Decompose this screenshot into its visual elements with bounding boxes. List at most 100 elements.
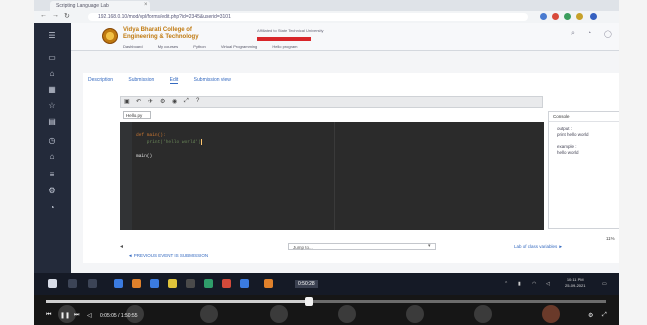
jump-to-select[interactable]: Jump to...	[288, 243, 436, 250]
video-progress-bar[interactable]	[46, 300, 606, 303]
user-icon[interactable]: ◔	[47, 203, 57, 213]
taskbar-app-icon[interactable]	[150, 279, 159, 288]
chevron-down-icon[interactable]: ▾	[428, 243, 431, 249]
grid-icon[interactable]: ▤	[47, 117, 57, 127]
previous-activity-link[interactable]: ◄ PREVIOUS EVENT IS SUBMISSION	[128, 253, 208, 258]
code-line: main()	[136, 153, 202, 160]
search-icon[interactable]: ⌕	[571, 30, 575, 38]
evaluate-icon[interactable]: ◉	[172, 98, 177, 105]
breadcrumb-item[interactable]: Virtual Programming	[221, 44, 257, 49]
header-info: Affiliated to State Technical University	[257, 28, 324, 33]
task-view-icon[interactable]	[88, 279, 97, 288]
notification-center-icon[interactable]: ▭	[602, 281, 607, 287]
taskbar-app-icon[interactable]	[240, 279, 249, 288]
forward-icon[interactable]: →	[52, 12, 59, 19]
extension-icon[interactable]	[552, 13, 559, 20]
next-activity-link[interactable]: Lab of class variables ►	[514, 244, 563, 249]
fullscreen-icon[interactable]: ⤢	[184, 98, 189, 105]
site-header: Vidya Bharati College of Engineering & T…	[71, 23, 619, 51]
tray-chevron-icon[interactable]: ⌃	[504, 281, 508, 287]
video-time: 0:05:05 / 1:50:55	[100, 313, 138, 319]
taskbar-app-icon[interactable]	[222, 279, 231, 288]
editor-toolbar: ▣ ↶ ✈ ⚙ ◉ ⤢ ?	[120, 96, 543, 108]
clock-date: 25-09-2021	[565, 283, 586, 288]
taskbar-app-icon[interactable]	[168, 279, 177, 288]
notification-icon[interactable]: ◔	[587, 30, 591, 37]
taskbar-clock[interactable]: 10:11 PM 25-09-2021	[565, 277, 585, 289]
participant-thumb	[270, 305, 288, 323]
recording-timer[interactable]: 0:50:28	[295, 280, 318, 288]
video-scrubber-handle[interactable]	[305, 297, 314, 306]
breadcrumb-item[interactable]: Dashboard	[123, 44, 143, 49]
volume-icon[interactable]: ◁	[87, 312, 92, 319]
letterbox-right	[619, 0, 647, 325]
tag-icon[interactable]: ⌂	[47, 152, 57, 162]
settings-icon[interactable]: ⚙	[588, 312, 593, 319]
taskbar-app-icon[interactable]	[264, 279, 273, 288]
code-area[interactable]: def main(): print('hello world') main()	[136, 132, 202, 160]
calendar-icon[interactable]: ▦	[47, 85, 57, 95]
help-icon[interactable]: ?	[196, 98, 199, 104]
print-margin	[334, 122, 335, 230]
screen-capture: Scripting Language Lab × ← → ↻ 192.168.0…	[34, 0, 619, 325]
volume-icon[interactable]: ◁	[546, 281, 550, 287]
list-icon[interactable]: ≡	[47, 170, 57, 180]
breadcrumb-item[interactable]: Python	[193, 44, 205, 49]
menu-icon[interactable]: ☰	[47, 31, 57, 41]
profile-icon[interactable]	[590, 13, 597, 20]
run-icon[interactable]: ✈	[148, 98, 153, 105]
activity-tabs: Description Submission Edit Submission v…	[88, 77, 245, 84]
file-tab[interactable]: Hello.py	[123, 111, 151, 119]
taskbar-app-icon[interactable]	[204, 279, 213, 288]
clock-icon[interactable]: ◷	[47, 136, 57, 146]
progress-percent: 11%	[606, 236, 615, 241]
breadcrumb-item[interactable]: My courses	[158, 44, 178, 49]
wifi-icon[interactable]: ◠	[532, 281, 536, 287]
tab-description[interactable]: Description	[88, 77, 113, 83]
debug-icon[interactable]: ⚙	[160, 98, 165, 105]
line-gutter	[120, 122, 132, 230]
taskbar-app-icon[interactable]	[132, 279, 141, 288]
college-name-line1: Vidya Bharati College of	[123, 27, 192, 33]
jump-to-label: Jump to...	[293, 245, 313, 250]
header-accent-bar	[257, 37, 311, 41]
battery-icon[interactable]: ▮	[518, 281, 521, 287]
extension-icon[interactable]	[564, 13, 571, 20]
fullscreen-icon[interactable]: ⤢	[602, 312, 607, 319]
undo-icon[interactable]: ↶	[136, 98, 141, 105]
tab-submission-view[interactable]: Submission view	[194, 77, 231, 83]
breadcrumb: Dashboard My courses Python Virtual Prog…	[123, 44, 312, 49]
address-bar[interactable]: 192.168.0.10/mod/vpl/forms/edit.php?id=2…	[88, 13, 528, 21]
breadcrumb-item[interactable]: Hello program	[272, 44, 297, 49]
user-menu-icon[interactable]: ◯	[604, 30, 612, 38]
next-icon[interactable]: ⏭	[74, 312, 79, 319]
code-line-text: print('hello world')	[136, 140, 201, 146]
home-icon[interactable]: ⌂	[47, 69, 57, 79]
taskbar-app-icon[interactable]	[186, 279, 195, 288]
extension-icon[interactable]	[576, 13, 583, 20]
start-icon[interactable]	[48, 279, 57, 288]
back-icon[interactable]: ←	[40, 12, 47, 19]
text-cursor	[200, 139, 202, 145]
tab-edit[interactable]: Edit	[169, 77, 179, 84]
gear-icon[interactable]: ⚙	[47, 186, 57, 196]
previous-arrow-icon[interactable]: ◂	[120, 243, 123, 250]
tab-submission[interactable]: Submission	[128, 77, 154, 83]
browser-tabstrip: Scripting Language Lab ×	[34, 0, 619, 11]
code-editor[interactable]: def main(): print('hello world') main()	[120, 122, 544, 230]
save-icon[interactable]: ▣	[124, 98, 130, 105]
reload-icon[interactable]: ↻	[64, 12, 70, 20]
code-line-text: def main():	[136, 133, 166, 138]
star-icon[interactable]: ☆	[47, 101, 57, 111]
taskbar-app-icon[interactable]	[114, 279, 123, 288]
close-tab-icon[interactable]: ×	[144, 2, 148, 8]
play-pause-icon[interactable]: ❚❚	[60, 312, 70, 319]
monitor-icon[interactable]: ▭	[47, 53, 57, 63]
browser-tab[interactable]: Scripting Language Lab	[50, 1, 150, 11]
search-icon[interactable]	[68, 279, 77, 288]
extension-icon[interactable]	[540, 13, 547, 20]
video-progress-fill	[46, 300, 310, 303]
previous-icon[interactable]: ⏮	[46, 312, 51, 319]
browser-toolbar: ← → ↻ 192.168.0.10/mod/vpl/forms/edit.ph…	[34, 11, 619, 23]
